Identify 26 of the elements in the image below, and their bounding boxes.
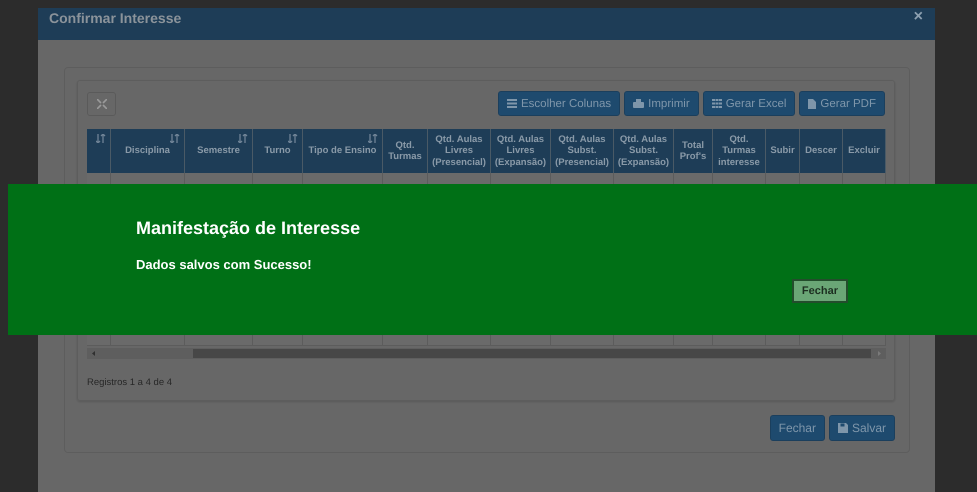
column-header[interactable]: Tipo de Ensino	[303, 129, 383, 173]
modal-title: Confirmar Interesse	[49, 10, 182, 26]
toolbar-button[interactable]: Imprimir	[624, 91, 699, 116]
close-icon[interactable]: ×	[914, 8, 923, 26]
alert-message: Dados salvos com Sucesso!	[136, 257, 313, 272]
column-header[interactable]: Subir	[766, 129, 800, 173]
column-header[interactable]: Qtd. Aulas Livres (Presencial)	[428, 129, 491, 173]
records-info: Registros 1 a 4 de 4	[87, 377, 174, 388]
close-button[interactable]: Fechar	[792, 279, 848, 303]
column-header[interactable]: Semestre	[185, 129, 253, 173]
close-button[interactable]: Fechar	[770, 415, 825, 441]
column-header[interactable]: Qtd. Turmas interesse	[713, 129, 766, 173]
column-header[interactable]: Qtd. Aulas Subst. (Presencial)	[551, 129, 614, 173]
column-header[interactable]: Turno	[253, 129, 303, 173]
column-header[interactable]: Descer	[800, 129, 843, 173]
alert-title: Manifestação de Interesse	[136, 218, 362, 239]
toolbar-button[interactable]: Gerar PDF	[799, 91, 885, 116]
column-header[interactable]: Disciplina	[111, 129, 185, 173]
column-header[interactable]: Qtd. Turmas	[383, 129, 428, 173]
column-header[interactable]: Qtd. Aulas Subst. (Expansão)	[614, 129, 674, 173]
toolbar-button[interactable]: Gerar Excel	[702, 91, 796, 116]
toolbar-button[interactable]: Escolher Colunas	[498, 91, 620, 116]
column-header[interactable]: Total Prof's	[674, 129, 713, 173]
column-header[interactable]: Excluir	[843, 129, 886, 173]
save-button[interactable]: Salvar	[828, 415, 895, 441]
column-header[interactable]: Qtd. Aulas Livres (Expansão)	[491, 129, 551, 173]
